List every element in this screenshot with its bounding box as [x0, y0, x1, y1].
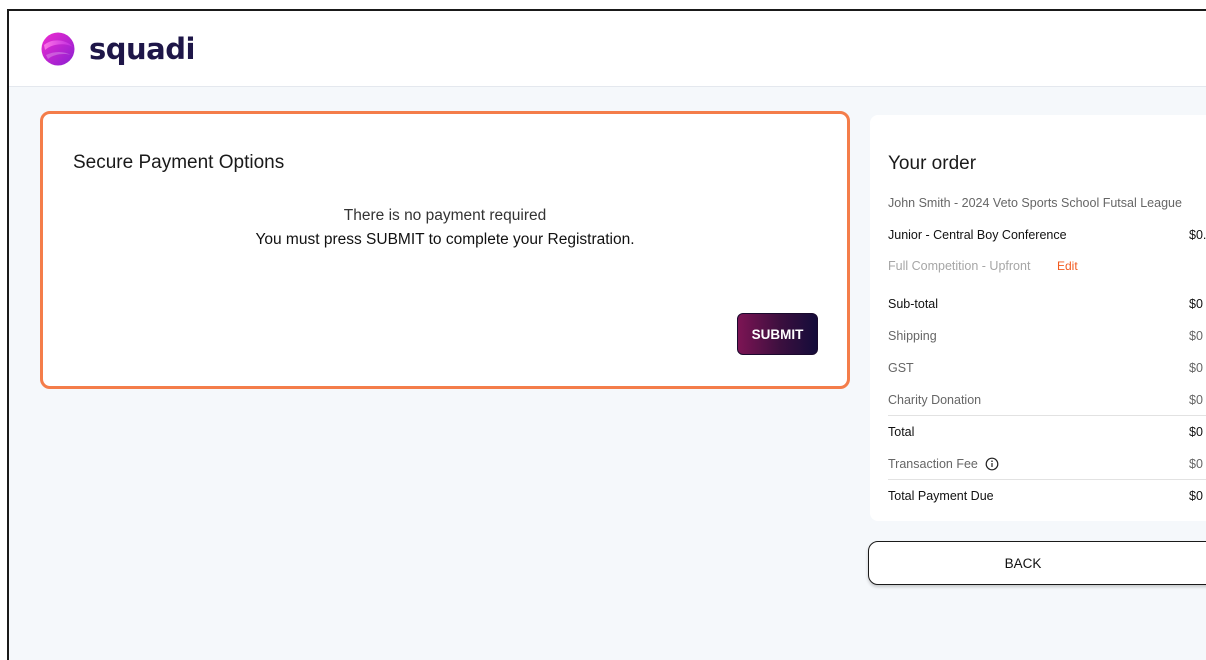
order-summary-card: Your order John Smith - 2024 Veto Sports…: [870, 115, 1206, 521]
payment-title: Secure Payment Options: [73, 152, 285, 173]
gst-value: $0: [1189, 361, 1203, 375]
divider: [888, 415, 1206, 416]
total-due-label: Total Payment Due: [888, 489, 994, 503]
gst-label: GST: [888, 361, 914, 375]
back-button[interactable]: BACK: [868, 541, 1206, 585]
product-price: $0.: [1189, 228, 1206, 242]
secure-payment-card: Secure Payment Options There is no payme…: [40, 111, 850, 389]
subtotal-value: $0: [1189, 297, 1203, 311]
divider: [888, 479, 1206, 480]
squadi-logo-icon: [41, 32, 75, 66]
product-label: Junior - Central Boy Conference: [888, 228, 1067, 242]
brand-name: squadi: [89, 32, 195, 66]
submit-instruction: You must press SUBMIT to complete your R…: [255, 231, 635, 248]
app-window: squadi Secure Payment Options There is n…: [7, 9, 1206, 660]
total-value: $0: [1189, 425, 1203, 439]
transaction-fee-label: Transaction Fee: [888, 457, 978, 471]
shipping-value: $0: [1189, 329, 1203, 343]
shipping-label: Shipping: [888, 329, 937, 343]
charity-label: Charity Donation: [888, 393, 982, 407]
order-title: Your order: [888, 153, 977, 174]
total-due-value: $0: [1189, 489, 1203, 503]
no-payment-message: There is no payment required: [343, 207, 547, 224]
transaction-fee-value: $0: [1189, 457, 1203, 471]
edit-link[interactable]: Edit: [1057, 259, 1078, 273]
info-icon[interactable]: [985, 457, 999, 471]
subtotal-label: Sub-total: [888, 297, 939, 311]
squadi-logo[interactable]: squadi: [40, 31, 195, 67]
charity-value: $0: [1189, 393, 1203, 407]
registrant-line: John Smith - 2024 Veto Sports School Fut…: [888, 196, 1182, 210]
package-label: Full Competition - Upfront: [888, 259, 1031, 273]
top-header: squadi: [9, 11, 1206, 87]
total-label: Total: [888, 425, 915, 439]
submit-button[interactable]: SUBMIT: [737, 313, 818, 355]
